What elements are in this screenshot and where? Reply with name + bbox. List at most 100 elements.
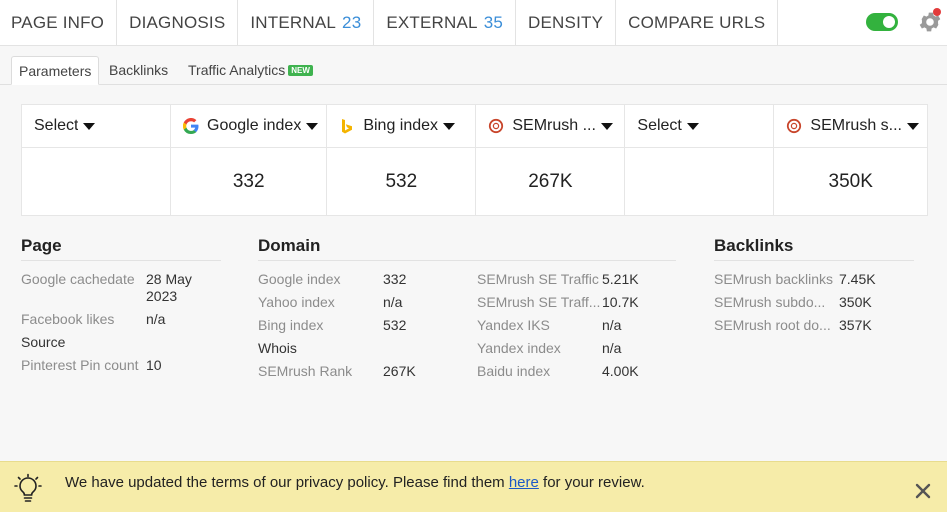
- info-key: SEMrush Rank: [258, 363, 353, 379]
- caret-down-icon: [907, 122, 919, 130]
- info-row: Baidu index 4.00K: [477, 363, 676, 380]
- info-row: Pinterest Pin count 10: [21, 357, 221, 374]
- caret-down-icon: [83, 122, 96, 130]
- tab-label: DIAGNOSIS: [129, 12, 226, 32]
- sub-tab-bar: Parameters Backlinks Traffic Analytics NE…: [0, 46, 947, 85]
- info-value: 10.7K: [602, 294, 639, 310]
- metric-select-dropdown[interactable]: SEMrush ...: [476, 105, 625, 148]
- info-key: SEMrush SE Traffic: [477, 271, 599, 287]
- tab-density[interactable]: DENSITY: [516, 0, 617, 45]
- subtab-traffic-analytics[interactable]: Traffic Analytics NEW: [181, 56, 320, 85]
- info-value: n/a: [146, 311, 166, 327]
- message-text: for your review.: [538, 474, 645, 491]
- enable-toggle[interactable]: [866, 13, 898, 31]
- info-row: Google cachedate 28 May 2023: [21, 271, 221, 305]
- info-key: SEMrush SE Traff...: [477, 294, 601, 310]
- subtab-label: Backlinks: [109, 62, 169, 78]
- caret-down-icon: [600, 122, 613, 130]
- info-row: Google index 332: [258, 271, 477, 288]
- tab-diagnosis[interactable]: DIAGNOSIS: [117, 0, 239, 45]
- info-value: 4.00K: [602, 363, 639, 379]
- metric-column: Select: [625, 105, 775, 215]
- info-key: Baidu index: [477, 363, 551, 379]
- info-key: Pinterest Pin count: [21, 357, 139, 373]
- info-key: Yandex index: [477, 340, 561, 356]
- metric-header-label: SEMrush s...: [810, 117, 902, 134]
- info-row: Bing index 532: [258, 317, 477, 334]
- subtab-backlinks[interactable]: Backlinks: [102, 56, 175, 85]
- section-title: Domain: [258, 236, 676, 261]
- metric-column: Bing index 532: [327, 105, 477, 215]
- metric-select-dropdown[interactable]: SEMrush s...: [774, 105, 927, 148]
- tab-label: DENSITY: [528, 12, 604, 32]
- metric-select-dropdown[interactable]: Bing index: [327, 105, 476, 148]
- tab-label: EXTERNAL: [386, 12, 478, 32]
- metric-select-dropdown[interactable]: Select: [22, 105, 171, 148]
- info-key: Bing index: [258, 317, 324, 333]
- privacy-policy-link[interactable]: here: [509, 474, 539, 491]
- domain-columns: Google index 332 Yahoo index n/a Bing inde…: [258, 271, 676, 386]
- info-row[interactable]: Whois: [258, 340, 477, 357]
- info-value: 10: [146, 357, 162, 373]
- info-row: Yahoo index n/a: [258, 294, 477, 311]
- info-key: Yahoo index: [258, 294, 335, 310]
- metric-header-label: Google index: [207, 117, 302, 134]
- info-row: Yandex IKS n/a: [477, 317, 676, 334]
- info-row[interactable]: Source: [21, 334, 221, 351]
- info-row: SEMrush SE Traff... 10.7K: [477, 294, 676, 311]
- metrics-grid: Select Google index 332 Bing index 532 S…: [21, 104, 928, 216]
- tab-label: PAGE INFO: [11, 12, 105, 32]
- source-link[interactable]: Source: [21, 334, 146, 351]
- tab-page-info[interactable]: PAGE INFO: [0, 0, 118, 45]
- info-key: SEMrush root do...: [714, 317, 831, 333]
- domain-section: Domain Google index 332 Yahoo index n/a Bi…: [258, 236, 676, 386]
- metric-header-label: SEMrush ...: [512, 117, 596, 134]
- section-title: Page: [21, 236, 221, 261]
- info-value: n/a: [602, 340, 622, 356]
- domain-left-column: Google index 332 Yahoo index n/a Bing inde…: [258, 271, 477, 386]
- caret-down-icon: [686, 122, 699, 130]
- close-icon[interactable]: [914, 482, 932, 500]
- semrush-icon: [489, 118, 504, 134]
- info-row: Yandex index n/a: [477, 340, 676, 357]
- metric-header-label: Bing index: [363, 117, 439, 134]
- tab-compare-urls[interactable]: COMPARE URLS: [616, 0, 779, 45]
- subtab-label: Parameters: [19, 63, 92, 79]
- info-row: SEMrush root do... 357K: [714, 317, 914, 334]
- info-key: Google cachedate: [21, 271, 135, 287]
- semrush-icon: [787, 118, 802, 134]
- metric-select-dropdown[interactable]: Google index: [171, 105, 327, 148]
- metric-select-dropdown[interactable]: Select: [625, 105, 774, 148]
- tab-label: COMPARE URLS: [628, 12, 766, 32]
- info-value: 332: [383, 271, 407, 287]
- metric-value: 332: [232, 170, 265, 192]
- metric-value: 532: [385, 170, 418, 192]
- info-value: 7.45K: [839, 271, 876, 287]
- lightbulb-icon: [14, 473, 42, 502]
- toggle-knob: [883, 16, 895, 28]
- tab-internal[interactable]: INTERNAL 23: [238, 0, 375, 45]
- metric-column: SEMrush s... 350K: [774, 105, 927, 215]
- tab-external[interactable]: EXTERNAL 35: [374, 0, 517, 45]
- metric-column: Google index 332: [171, 105, 328, 215]
- metric-column: SEMrush ... 267K: [476, 105, 626, 215]
- tab-count: 23: [342, 12, 362, 32]
- info-value: 532: [383, 317, 407, 333]
- tab-count: 35: [483, 12, 504, 32]
- new-badge: NEW: [288, 65, 313, 76]
- google-icon: [183, 118, 199, 134]
- info-value: 350K: [839, 294, 872, 310]
- info-row: Facebook likes n/a: [21, 311, 221, 328]
- settings-button[interactable]: [917, 8, 943, 35]
- whois-link[interactable]: Whois: [258, 340, 383, 357]
- backlinks-section: Backlinks SEMrush backlinks 7.45K SEMrush…: [714, 236, 914, 340]
- metric-value: [625, 148, 773, 215]
- info-value: 267K: [383, 363, 416, 379]
- subtab-parameters[interactable]: Parameters: [11, 56, 100, 85]
- info-row: SEMrush Rank 267K: [258, 363, 477, 380]
- metric-value: [22, 148, 170, 215]
- info-row: SEMrush subdo... 350K: [714, 294, 914, 311]
- info-key: Yandex IKS: [477, 317, 550, 333]
- message-text: We have updated the terms of our privacy…: [65, 474, 509, 491]
- info-row: SEMrush backlinks 7.45K: [714, 271, 914, 288]
